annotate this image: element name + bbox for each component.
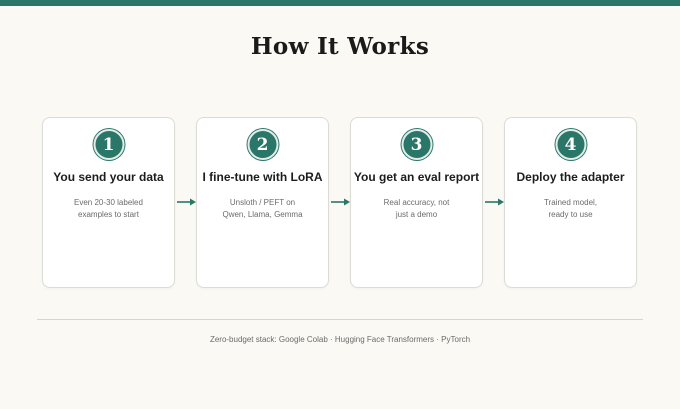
step-number-badge: 4 <box>555 129 586 160</box>
step-description-line: Unsloth / PEFT on <box>229 198 296 207</box>
step-description-line: just a demo <box>395 210 438 219</box>
step-number-badge: 3 <box>401 129 432 160</box>
top-accent-bar <box>0 0 680 6</box>
step-title: You send your data <box>53 170 164 184</box>
step-description-line: ready to use <box>548 210 593 219</box>
step-description: Even 20-30 labeled examples to start <box>51 197 166 221</box>
arrow-right-icon <box>177 198 196 206</box>
step-title: Deploy the adapter <box>516 170 625 184</box>
step-description: Real accuracy, not just a demo <box>359 197 474 221</box>
step-number-badge: 2 <box>247 129 278 160</box>
step-number-badge: 1 <box>93 129 124 160</box>
footer-stack-text: Zero-budget stack: Google Colab · Huggin… <box>209 335 471 344</box>
step-description-line: Even 20-30 labeled <box>74 198 143 207</box>
step-card-2: 2 I fine-tune with LoRA Unsloth / PEFT o… <box>196 117 329 288</box>
arrow-right-icon <box>331 198 350 206</box>
page-title: How It Works <box>250 33 430 60</box>
step-card-1: 1 You send your data Even 20-30 labeled … <box>42 117 175 288</box>
arrow-right-icon <box>485 198 504 206</box>
step-description-line: examples to start <box>78 210 139 219</box>
step-title: I fine-tune with LoRA <box>202 170 323 184</box>
step-card-3: 3 You get an eval report Real accuracy, … <box>350 117 483 288</box>
step-description: Trained model, ready to use <box>513 197 628 221</box>
step-description: Unsloth / PEFT on Qwen, Llama, Gemma <box>205 197 320 221</box>
step-description-line: Real accuracy, not <box>383 198 450 207</box>
step-title: You get an eval report <box>353 170 480 184</box>
steps-row: 1 You send your data Even 20-30 labeled … <box>42 117 638 288</box>
step-description-line: Trained model, <box>543 198 598 207</box>
step-card-4: 4 Deploy the adapter Trained model, read… <box>504 117 637 288</box>
footer-divider <box>37 319 643 320</box>
step-description-line: Qwen, Llama, Gemma <box>222 210 303 219</box>
